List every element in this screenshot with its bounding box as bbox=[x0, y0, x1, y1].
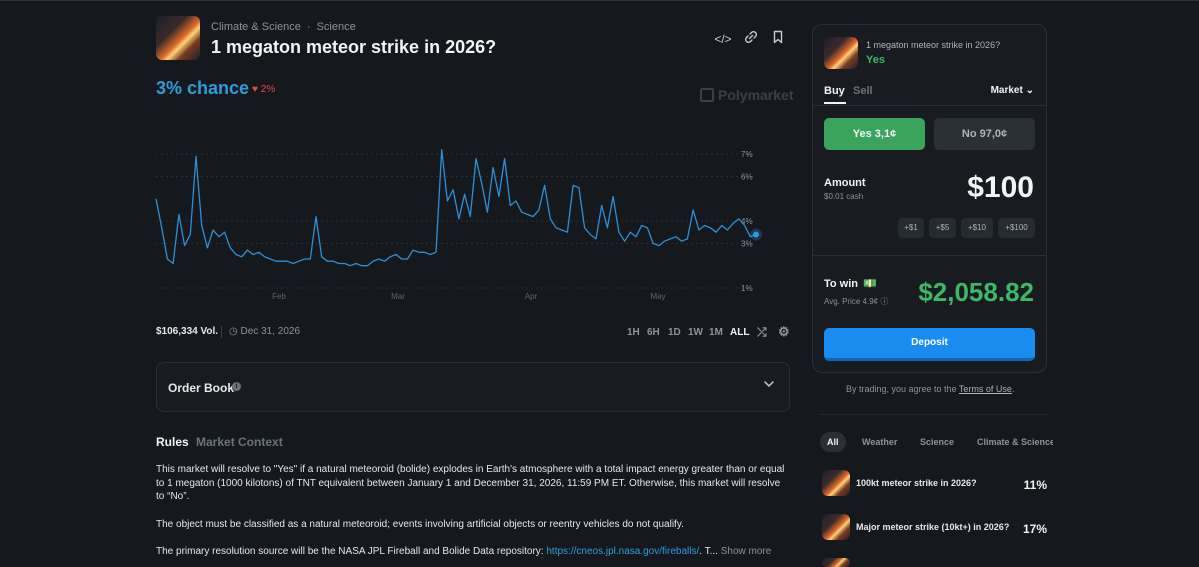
tab-buy-underline bbox=[824, 102, 846, 104]
y-tick-label: 6% bbox=[741, 172, 753, 181]
related-item-title[interactable]: Major meteor strike (10kt+) in 2026? bbox=[856, 522, 1009, 532]
related-item-pct: 17% bbox=[1022, 522, 1047, 536]
polymarket-watermark: Polymarket bbox=[700, 87, 793, 103]
polymarket-logo-icon bbox=[700, 88, 714, 102]
tab-all[interactable]: All bbox=[820, 432, 846, 452]
related-thumbnail[interactable] bbox=[822, 470, 850, 496]
related-thumbnail[interactable] bbox=[822, 514, 850, 540]
related-item-pct: 11% bbox=[1023, 478, 1047, 492]
volume: $106,334 Vol. bbox=[156, 326, 219, 337]
range-6h[interactable]: 6H bbox=[647, 327, 660, 338]
deposit-button[interactable]: Deposit bbox=[824, 328, 1035, 361]
tab-weather[interactable]: Weather bbox=[862, 437, 897, 447]
tab-buy[interactable]: Buy bbox=[824, 85, 845, 97]
tab-market-context[interactable]: Market Context bbox=[196, 435, 283, 449]
range-1h[interactable]: 1H bbox=[627, 327, 640, 338]
breadcrumb: Climate & Science · Science bbox=[211, 21, 356, 33]
cash-balance: $0.01 cash bbox=[824, 192, 864, 201]
to-win-label: To win bbox=[824, 278, 859, 290]
to-win-value: $2,058.82 bbox=[918, 277, 1034, 307]
rules-p3-text: The primary resolution source will be th… bbox=[156, 546, 547, 557]
panel-thumbnail bbox=[824, 37, 858, 69]
range-1w[interactable]: 1W bbox=[688, 327, 703, 338]
embed-icon[interactable]: </> bbox=[714, 30, 732, 48]
order-book[interactable]: Order Book i bbox=[156, 362, 790, 412]
page-title: 1 megaton meteor strike in 2026? bbox=[211, 37, 497, 57]
range-1d[interactable]: 1D bbox=[668, 327, 681, 338]
x-tick-label: Feb bbox=[272, 292, 286, 301]
y-tick-label: 4% bbox=[741, 217, 753, 226]
breadcrumb-subcategory[interactable]: Science bbox=[317, 21, 356, 33]
panel-outcome: Yes bbox=[866, 54, 885, 66]
avg-price: Avg. Price 4.9¢ ⓘ bbox=[824, 297, 889, 306]
current-point bbox=[753, 231, 759, 238]
market-thumbnail bbox=[156, 16, 200, 60]
chip-5[interactable]: +$5 bbox=[929, 218, 956, 238]
resolution-source-link[interactable]: https://cneos.jpl.nasa.gov/fireballs/ bbox=[546, 546, 699, 557]
yes-button[interactable]: Yes 3,1¢ bbox=[824, 118, 925, 150]
divider bbox=[221, 326, 222, 338]
chevron-down-icon[interactable] bbox=[763, 377, 775, 393]
chip-100[interactable]: +$100 bbox=[998, 218, 1035, 238]
bookmark-icon[interactable] bbox=[769, 30, 787, 48]
divider bbox=[820, 414, 1047, 415]
panel-question: 1 megaton meteor strike in 2026? bbox=[866, 40, 1001, 50]
x-tick-label: Mar bbox=[391, 292, 405, 301]
rules-paragraph-2: The object must be classified as a natur… bbox=[156, 519, 684, 530]
chance-value: 3% chance bbox=[156, 78, 250, 98]
tab-science[interactable]: Science bbox=[920, 437, 954, 447]
show-more-link[interactable]: Show more bbox=[721, 546, 772, 557]
related-thumbnail[interactable] bbox=[822, 558, 850, 567]
terms-text: By trading, you agree to the Terms of Us… bbox=[846, 384, 1014, 394]
tab-sell[interactable]: Sell bbox=[853, 85, 873, 97]
terms-prefix: By trading, you agree to the bbox=[846, 384, 959, 394]
tab-rules[interactable]: Rules bbox=[156, 435, 189, 449]
end-date-text: Dec 31, 2026 bbox=[240, 326, 301, 337]
series-line bbox=[155, 149, 757, 267]
clock-icon: ◷ bbox=[229, 326, 238, 337]
amount-input[interactable]: $100 bbox=[967, 171, 1034, 205]
chip-10[interactable]: +$10 bbox=[961, 218, 993, 238]
order-type-select[interactable]: Market ⌄ bbox=[991, 85, 1034, 96]
breadcrumb-category[interactable]: Climate & Science bbox=[211, 21, 301, 33]
chip-1[interactable]: +$1 bbox=[898, 218, 924, 238]
rules-p3-ellipsis: . T... bbox=[699, 546, 718, 557]
tab-climate-science[interactable]: Climate & Science bbox=[977, 437, 1053, 447]
info-icon[interactable]: i bbox=[232, 382, 241, 391]
top-border bbox=[0, 0, 1199, 3]
x-tick-label: May bbox=[650, 292, 665, 301]
divider bbox=[813, 255, 1046, 256]
amount-label: Amount bbox=[824, 177, 866, 189]
money-icon: 💵 bbox=[863, 278, 877, 290]
settings-icon[interactable]: ⚙ bbox=[778, 324, 790, 340]
y-tick-label: 3% bbox=[741, 239, 753, 248]
chevron-down-icon: ⌄ bbox=[1025, 85, 1034, 96]
range-1m[interactable]: 1M bbox=[709, 327, 723, 338]
price-chart[interactable]: 7% 6% 4% 3% 1% Feb Mar Apr May bbox=[150, 135, 795, 305]
order-book-title: Order Book bbox=[168, 381, 235, 395]
range-all[interactable]: ALL bbox=[730, 327, 749, 338]
link-icon[interactable] bbox=[742, 30, 760, 48]
x-tick-label: Apr bbox=[525, 292, 538, 301]
divider bbox=[813, 105, 1046, 106]
order-type-label: Market bbox=[990, 85, 1023, 96]
y-tick-label: 7% bbox=[741, 150, 753, 159]
watermark-text: Polymarket bbox=[718, 87, 794, 103]
shuffle-icon[interactable]: ⤮ bbox=[757, 325, 767, 340]
no-button[interactable]: No 97,0¢ bbox=[934, 118, 1035, 150]
rules-paragraph-1: This market will resolve to "Yes" if a n… bbox=[156, 464, 785, 502]
end-date: ◷ Dec 31, 2026 bbox=[229, 326, 300, 337]
terms-link[interactable]: Terms of Use bbox=[959, 384, 1012, 394]
y-tick-label: 1% bbox=[741, 284, 753, 293]
terms-suffix: . bbox=[1011, 384, 1015, 394]
related-item-title[interactable]: 100kt meteor strike in 2026? bbox=[856, 478, 977, 488]
rules-paragraph-3: The primary resolution source will be th… bbox=[156, 545, 786, 559]
chance-delta: ♥ 2% bbox=[252, 84, 276, 95]
trade-panel: 1 megaton meteor strike in 2026? Yes Buy… bbox=[812, 24, 1047, 373]
